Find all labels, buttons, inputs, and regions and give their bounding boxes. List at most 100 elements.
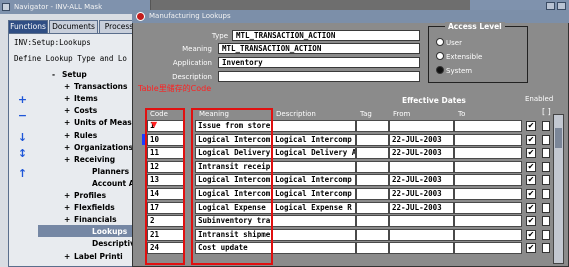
expand-icon[interactable]: + xyxy=(64,106,74,115)
expand-branch-icon[interactable]: ↓ xyxy=(16,132,29,144)
descriptive-flexfield-cell[interactable] xyxy=(542,216,550,227)
tag-cell[interactable] xyxy=(356,133,389,146)
tag-cell[interactable] xyxy=(356,242,389,255)
tree-item[interactable]: Lookups xyxy=(82,227,127,236)
tree-item[interactable]: Planners xyxy=(82,167,129,176)
to-date-cell[interactable] xyxy=(454,215,522,228)
descriptive-flexfield-cell[interactable] xyxy=(542,175,550,186)
minimize-icon[interactable] xyxy=(546,2,555,10)
tree-item[interactable]: + Receiving xyxy=(64,155,115,164)
expand-icon[interactable]: + xyxy=(64,82,74,91)
expand-icon[interactable]: + xyxy=(64,191,74,200)
from-date-cell[interactable]: 22-JUL-2003 xyxy=(389,147,454,160)
from-date-cell[interactable]: 22-JUL-2003 xyxy=(389,188,454,200)
maximize-icon[interactable] xyxy=(557,2,566,10)
from-date-cell[interactable]: 22-JUL-2003 xyxy=(389,174,454,187)
expand-icon[interactable]: + xyxy=(64,215,74,224)
from-date-cell[interactable]: 22-JUL-2003 xyxy=(389,133,454,146)
expand-one-icon[interactable]: + xyxy=(16,94,29,106)
tag-cell[interactable] xyxy=(356,120,389,132)
descriptive-flexfield-cell[interactable] xyxy=(542,148,550,159)
description-cell[interactable] xyxy=(272,228,356,241)
expand-all-icon[interactable]: ↕ xyxy=(16,148,29,160)
to-date-cell[interactable] xyxy=(454,201,522,214)
tree-item[interactable]: + Financials xyxy=(64,215,117,224)
enabled-checkbox[interactable]: ✔ xyxy=(526,134,536,145)
expand-icon[interactable]: + xyxy=(64,118,74,127)
from-date-cell[interactable]: 22-JUL-2003 xyxy=(389,201,454,214)
expand-icon[interactable]: + xyxy=(64,252,74,261)
expand-icon[interactable]: + xyxy=(64,143,74,152)
expand-icon[interactable]: + xyxy=(64,94,74,103)
to-date-cell[interactable] xyxy=(454,242,522,255)
collapse-one-icon[interactable]: − xyxy=(16,110,29,122)
description-cell[interactable]: Logical Delivery A xyxy=(272,147,356,160)
collapse-icon[interactable]: - xyxy=(52,70,62,79)
to-date-cell[interactable] xyxy=(454,174,522,187)
radio-user[interactable]: User xyxy=(436,38,462,47)
tree-item[interactable]: + Flexfields xyxy=(64,203,115,212)
meaning-field[interactable]: MTL_TRANSACTION_ACTION xyxy=(218,43,420,54)
tree-item[interactable]: + Transactions xyxy=(64,82,127,91)
to-date-cell[interactable] xyxy=(454,120,522,132)
tree-item[interactable]: - Setup xyxy=(52,70,87,79)
from-date-cell[interactable] xyxy=(389,242,454,255)
tab-functions[interactable]: Functions xyxy=(8,20,48,33)
to-date-cell[interactable] xyxy=(454,228,522,241)
tag-cell[interactable] xyxy=(356,160,389,173)
descriptive-flexfield-cell[interactable] xyxy=(542,121,550,131)
tag-cell[interactable] xyxy=(356,201,389,214)
description-cell[interactable] xyxy=(272,120,356,132)
description-cell[interactable] xyxy=(272,242,356,255)
description-cell[interactable]: Logical Expense R xyxy=(272,201,356,214)
descriptive-flexfield-cell[interactable] xyxy=(542,229,550,240)
tag-cell[interactable] xyxy=(356,147,389,160)
tag-cell[interactable] xyxy=(356,215,389,228)
description-cell[interactable]: Logical Intercomp xyxy=(272,174,356,187)
tree-item[interactable]: + Items xyxy=(64,94,98,103)
enabled-checkbox[interactable]: ✔ xyxy=(526,243,536,254)
enabled-checkbox[interactable]: ✔ xyxy=(526,202,536,213)
to-date-cell[interactable] xyxy=(454,147,522,160)
enabled-checkbox[interactable]: ✔ xyxy=(526,189,536,199)
to-date-cell[interactable] xyxy=(454,160,522,173)
tag-cell[interactable] xyxy=(356,228,389,241)
descriptive-flexfield-cell[interactable] xyxy=(542,161,550,172)
expand-icon[interactable]: + xyxy=(64,203,74,212)
scrollbar-thumb[interactable] xyxy=(555,128,562,148)
tree-item[interactable]: + Units of Meas xyxy=(64,118,132,127)
application-field[interactable]: Inventory xyxy=(218,57,420,68)
enabled-checkbox[interactable]: ✔ xyxy=(526,175,536,186)
descriptive-flexfield-cell[interactable] xyxy=(542,189,550,199)
tree-item[interactable]: + Costs xyxy=(64,106,97,115)
tree-item[interactable]: + Rules xyxy=(64,131,97,140)
description-cell[interactable] xyxy=(272,215,356,228)
tree-item[interactable]: + Label Printi xyxy=(64,252,123,261)
description-cell[interactable]: Logical Intercomp xyxy=(272,188,356,200)
radio-extensible[interactable]: Extensible xyxy=(436,52,482,61)
to-date-cell[interactable] xyxy=(454,133,522,146)
enabled-checkbox[interactable]: ✔ xyxy=(526,148,536,159)
descriptive-flexfield-cell[interactable] xyxy=(542,134,550,145)
expand-icon[interactable]: + xyxy=(64,131,74,140)
radio-system[interactable]: System xyxy=(436,66,472,75)
enabled-checkbox[interactable]: ✔ xyxy=(526,161,536,172)
from-date-cell[interactable] xyxy=(389,120,454,132)
tab-documents[interactable]: Documents xyxy=(49,20,98,33)
description-cell[interactable] xyxy=(272,160,356,173)
description-cell[interactable]: Logical Intercomp xyxy=(272,133,356,146)
type-field[interactable]: MTL_TRANSACTION_ACTION xyxy=(232,30,420,41)
description-field[interactable] xyxy=(218,71,420,82)
expand-icon[interactable]: + xyxy=(64,155,74,164)
enabled-checkbox[interactable]: ✔ xyxy=(526,121,536,131)
from-date-cell[interactable] xyxy=(389,160,454,173)
enabled-checkbox[interactable]: ✔ xyxy=(526,229,536,240)
descriptive-flexfield-cell[interactable] xyxy=(542,202,550,213)
tree-item[interactable]: + Organizations xyxy=(64,143,133,152)
window-menu-icon[interactable] xyxy=(2,3,10,11)
descriptive-flexfield-cell[interactable] xyxy=(542,243,550,254)
to-date-cell[interactable] xyxy=(454,188,522,200)
from-date-cell[interactable] xyxy=(389,228,454,241)
enabled-checkbox[interactable]: ✔ xyxy=(526,216,536,227)
from-date-cell[interactable] xyxy=(389,215,454,228)
